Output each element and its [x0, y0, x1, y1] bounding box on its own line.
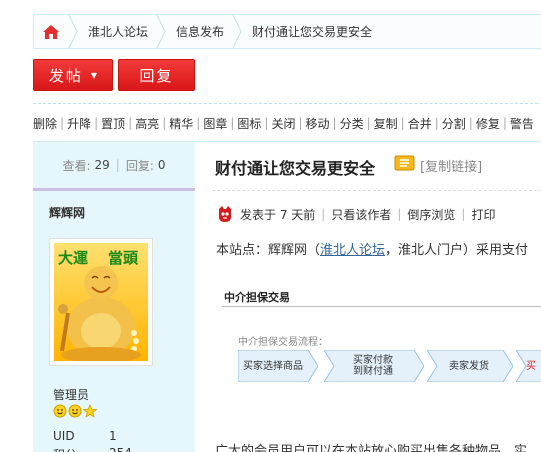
uid-value: 1 [109, 429, 117, 443]
mod-sticky[interactable]: 置顶 [101, 115, 125, 132]
breadcrumb-separator [68, 15, 78, 48]
mod-split[interactable]: 分割 [442, 115, 466, 132]
author-sidebar: 查看: 29 | 回复: 0 辉辉网 大運 當頭 管理员 UID 1 [33, 142, 195, 452]
credits-label: 积分 [53, 448, 77, 452]
views-label: 查看: [62, 158, 91, 173]
post-intro-suffix: ，淮北人门户）采用支付 [385, 243, 529, 258]
new-post-button[interactable]: 发帖 ▼ [33, 59, 113, 91]
reply-label: 回复 [139, 66, 174, 85]
post-intro-prefix: 本站点：辉辉网（ [216, 243, 321, 258]
dropdown-caret-icon: ▼ [90, 70, 98, 80]
breadcrumb-board[interactable]: 信息发布 [166, 15, 232, 48]
print-link[interactable]: 打印 [471, 206, 495, 223]
forum-link[interactable]: 淮北人论坛 [320, 243, 385, 258]
mod-copy[interactable]: 复制 [374, 115, 398, 132]
replies-label: 回复: [125, 158, 154, 173]
mod-stamp[interactable]: 图章 [203, 115, 227, 132]
reverse-order-link[interactable]: 倒序浏览 [407, 206, 455, 223]
flow-step-label: 买家付款 到财付通 [353, 355, 393, 377]
credits-row: 积分 254 [53, 446, 132, 452]
copy-link[interactable]: [复制链接] [420, 156, 482, 175]
reply-button[interactable]: 回复 [118, 59, 195, 91]
mod-move[interactable]: 移动 [306, 115, 330, 132]
flow-step: 买家付款 到财付通 [324, 350, 424, 382]
escrow-heading: 中介担保交易 [224, 291, 290, 304]
mod-bump[interactable]: 升降 [67, 115, 91, 132]
star-icon [83, 404, 97, 418]
divider [222, 306, 541, 307]
online-status-icon [219, 206, 231, 222]
user-role: 管理员 [53, 388, 90, 402]
moderator-toolbar: 删除 | 升降 | 置顶 | 高亮 | 精华 | 图章 | 图标 | 关闭 | 移动 | 分类 | … [33, 115, 534, 132]
thread-title: 财付通让您交易更安全 [215, 159, 376, 178]
avatar[interactable]: 大運 當頭 [49, 238, 153, 366]
mod-merge[interactable]: 合并 [408, 115, 432, 132]
flow-step-label: 买 [526, 360, 536, 372]
post-time: 发表于 7 天前 [240, 207, 316, 222]
breadcrumb: 淮北人论坛 信息发布 财付通让您交易更安全 [33, 14, 541, 49]
mod-icon[interactable]: 图标 [237, 115, 261, 132]
rank-badges [53, 404, 97, 418]
svg-text:當頭: 當頭 [108, 249, 139, 267]
mod-delete[interactable]: 删除 [33, 115, 57, 132]
flow-step-label: 卖家发货 [449, 360, 489, 372]
laughing-buddha-image: 大運 當頭 [54, 243, 148, 361]
mod-warn[interactable]: 警告 [510, 115, 534, 132]
avatar-text: 大運 [58, 249, 89, 267]
flow-step-label: 买家选择商品 [243, 360, 303, 372]
post-intro: 本站点：辉辉网（淮北人论坛，淮北人门户）采用支付 [216, 239, 528, 258]
recommend-tag-icon [394, 155, 415, 171]
breadcrumb-thread: 财付通让您交易更安全 [252, 25, 373, 39]
flow-step: 卖家发货 [427, 350, 513, 382]
mod-category[interactable]: 分类 [340, 115, 364, 132]
new-post-label: 发帖 [48, 66, 83, 85]
post-body-text: 广大的会员用户可以在本站放心购买出售各种物品，实 [215, 444, 528, 452]
credits-value: 254 [109, 446, 132, 452]
smiley-icon [68, 404, 82, 418]
uid-label: UID [53, 429, 75, 443]
breadcrumb-separator [156, 15, 166, 48]
flow-label: 中介担保交易流程： [238, 337, 328, 348]
uid-row: UID 1 [53, 429, 117, 443]
breadcrumb-forum[interactable]: 淮北人论坛 [78, 15, 156, 48]
mod-highlight[interactable]: 高亮 [135, 115, 159, 132]
flow-step: 买 [516, 350, 541, 382]
replies-count: 0 [157, 158, 166, 172]
post-meta: 发表于 7 天前 | 只看该作者 | 倒序浏览 | 打印 [216, 204, 495, 224]
breadcrumb-separator [232, 15, 242, 48]
mod-digest[interactable]: 精华 [169, 115, 193, 132]
thread-stats: 查看: 29 | 回复: 0 [62, 158, 166, 173]
only-author-link[interactable]: 只看该作者 [331, 206, 391, 223]
mod-repair[interactable]: 修复 [476, 115, 500, 132]
flow-step: 买家选择商品 [238, 350, 318, 382]
divider [212, 190, 541, 191]
author-name[interactable]: 辉辉网 [49, 204, 85, 221]
divider [33, 188, 195, 191]
divider [33, 103, 541, 104]
mod-close[interactable]: 关闭 [271, 115, 295, 132]
home-icon[interactable] [34, 15, 68, 48]
smiley-icon [53, 404, 67, 418]
views-count: 29 [94, 158, 110, 172]
